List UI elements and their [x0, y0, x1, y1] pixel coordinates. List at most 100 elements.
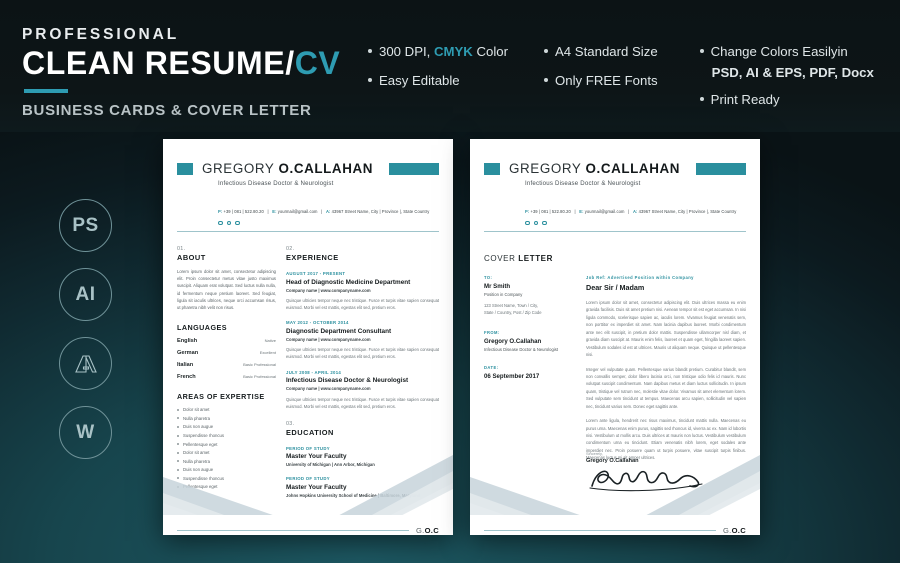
- bullet-dot-icon: [544, 77, 549, 82]
- language-name: English: [177, 338, 198, 345]
- cover-letter-body-column: Job Ref: Advertised Position within Comp…: [586, 275, 746, 462]
- social-circle-icon[interactable]: [218, 220, 223, 225]
- feature-text: 300 DPI, CMYK Color: [379, 44, 509, 59]
- experience-entry: JULY 2008 - APRIL 2014 Infectious Diseas…: [286, 370, 439, 410]
- contact-email: yourmail@gmail.com: [583, 208, 625, 214]
- feature-text: Easy Editable: [379, 72, 460, 88]
- education-section-title: EDUCATION: [286, 427, 334, 437]
- header-divider: [484, 231, 746, 232]
- feature-item: Only FREE Fonts: [544, 72, 658, 88]
- social-circle-icon[interactable]: [226, 220, 231, 225]
- sender-name: Gregory O.Callahan: [484, 337, 542, 345]
- decorative-wave-graphic: [163, 455, 453, 535]
- recipient-label: TO:: [484, 275, 493, 280]
- contact-line: P: +39 | 081 | 522.80.20 | E: yourmail@g…: [218, 208, 430, 214]
- experience-entry: MAY 2012 - OCTOBER 2014 Diagnostic Depar…: [286, 320, 439, 360]
- word-badge-icon: W: [59, 406, 112, 459]
- sincerely-text: Sincerely,: [586, 451, 603, 456]
- feature-column-2: A4 Standard Size Only FREE Fonts: [544, 45, 658, 122]
- contact-address: 43967 Street Name, City | Province |, St…: [637, 208, 737, 214]
- social-circle-icon[interactable]: [235, 220, 240, 225]
- letter-paragraph: Lorem ipsum dolor sit amet, consectetur …: [586, 300, 746, 358]
- experience-description: Quisque ultricies tempor neque nec trist…: [286, 396, 439, 409]
- poster-header: PROFESSIONAL CLEAN RESUME/CV BUSINESS CA…: [22, 26, 340, 119]
- page-title: CLEAN RESUME/CV: [22, 46, 340, 81]
- accent-block-left: [484, 162, 500, 175]
- language-name: Italian: [177, 362, 194, 369]
- language-row: English Native: [177, 338, 276, 344]
- experience-date: JULY 2008 - APRIL 2014: [286, 369, 342, 375]
- about-section-title: ABOUT: [177, 253, 206, 262]
- recipient-position: Position in Company: [484, 292, 523, 297]
- accent-block-right: [389, 162, 439, 175]
- list-item: Dolor sit amet: [177, 407, 276, 412]
- language-level: Basic Professional: [243, 362, 276, 368]
- feature-text: Print Ready: [710, 91, 780, 107]
- feature-item: Print Ready: [699, 91, 874, 107]
- cover-letter-footer: G.O.C: [484, 526, 746, 535]
- about-section-number: 01.: [177, 246, 186, 252]
- word-badge-label: W: [76, 421, 95, 443]
- software-badge-list: PS AI W: [59, 199, 112, 475]
- feature-item: A4 Standard Size: [544, 45, 658, 59]
- experience-job-title: Diagnostic Department Consultant: [286, 327, 392, 335]
- recipient-name: Mr Smith: [484, 283, 511, 290]
- cover-letter-page-preview[interactable]: GREGORY O.CALLAHAN Infectious Disease Do…: [470, 139, 760, 535]
- job-reference: Job Ref: Advertised Position within Comp…: [586, 275, 694, 280]
- bullet-dot-icon: [699, 96, 704, 101]
- handwritten-signature-icon: [589, 470, 703, 492]
- language-level: Excellent: [259, 350, 276, 356]
- languages-title: LANGUAGES: [177, 323, 227, 333]
- feature-column-1: 300 DPI, CMYK Color Easy Editable: [368, 45, 508, 122]
- experience-section-number: 02.: [286, 246, 295, 252]
- contact-address: 43967 Street Name, City | Province |, St…: [330, 208, 430, 214]
- footer-divider: [177, 530, 409, 531]
- feature-text: Only FREE Fonts: [555, 72, 658, 88]
- about-body-text: Lorem ipsum dolor sit amet, consectetur …: [177, 269, 276, 311]
- social-circle-icon[interactable]: [533, 220, 538, 225]
- experience-section-title: EXPERIENCE: [286, 253, 339, 262]
- education-section-number: 03.: [286, 420, 295, 427]
- experience-entry: AUGUST 2017 - PRESENT Head of Diagnostic…: [286, 271, 439, 311]
- poster-stage: PROFESSIONAL CLEAN RESUME/CV BUSINESS CA…: [0, 0, 900, 563]
- bullet-dot-icon: [544, 49, 549, 53]
- footer-divider: [484, 530, 716, 531]
- candidate-role: Infectious Disease Doctor & Neurologist: [525, 179, 641, 187]
- cover-letter-meta-column: TO: Mr Smith Position in Company 123 Str…: [484, 275, 572, 462]
- adobe-badge-icon: [59, 337, 112, 390]
- feature-text: A4 Standard Size: [555, 44, 658, 59]
- expertise-title: AREAS OF EXPERTISE: [177, 392, 265, 402]
- cover-letter-title: COVER LETTER: [484, 254, 553, 263]
- language-level: Basic Professional: [243, 374, 276, 380]
- language-row: German Excellent: [177, 350, 276, 356]
- language-row: French Basic Professional: [177, 374, 276, 380]
- photoshop-badge-icon: PS: [59, 199, 112, 252]
- social-icon-row[interactable]: [525, 220, 746, 225]
- experience-description: Quisque ultricies tempor neque nec trist…: [286, 347, 439, 360]
- social-circle-icon[interactable]: [542, 220, 547, 225]
- salutation: Dear Sir / Madam: [586, 283, 645, 292]
- accent-block-right: [696, 162, 746, 175]
- accent-block-left: [177, 162, 193, 175]
- date-label: DATE:: [484, 364, 499, 370]
- language-name: French: [177, 374, 196, 381]
- resume-page-preview[interactable]: GREGORY O.CALLAHAN Infectious Disease Do…: [163, 139, 453, 535]
- languages-list: English Native German Excellent Italian …: [177, 338, 276, 380]
- social-circle-icon[interactable]: [525, 220, 530, 225]
- bullet-dot-icon: [368, 49, 372, 53]
- feature-item: 300 DPI, CMYK Color: [368, 45, 508, 59]
- bullet-dot-icon: [368, 77, 372, 82]
- header-divider: [177, 231, 439, 232]
- candidate-role: Infectious Disease Doctor & Neurologist: [218, 179, 334, 187]
- social-icon-row[interactable]: [218, 220, 439, 225]
- list-item: Nulla pharetra: [177, 416, 276, 421]
- resume-footer: G.O.C: [177, 526, 439, 535]
- experience-company: Company name | www.companyname.com: [286, 386, 371, 392]
- feature-text: Change Colors Easilyin: [710, 44, 848, 59]
- contact-phone: +39 | 081 | 522.80.20: [222, 208, 264, 214]
- sender-label: FROM:: [484, 329, 500, 335]
- language-level: Native: [264, 338, 276, 344]
- candidate-name: GREGORY O.CALLAHAN: [509, 161, 681, 176]
- experience-company: Company name | www.companyname.com: [286, 287, 371, 293]
- feature-column-3: Change Colors Easilyin PSD, AI & EPS, PD…: [699, 44, 874, 122]
